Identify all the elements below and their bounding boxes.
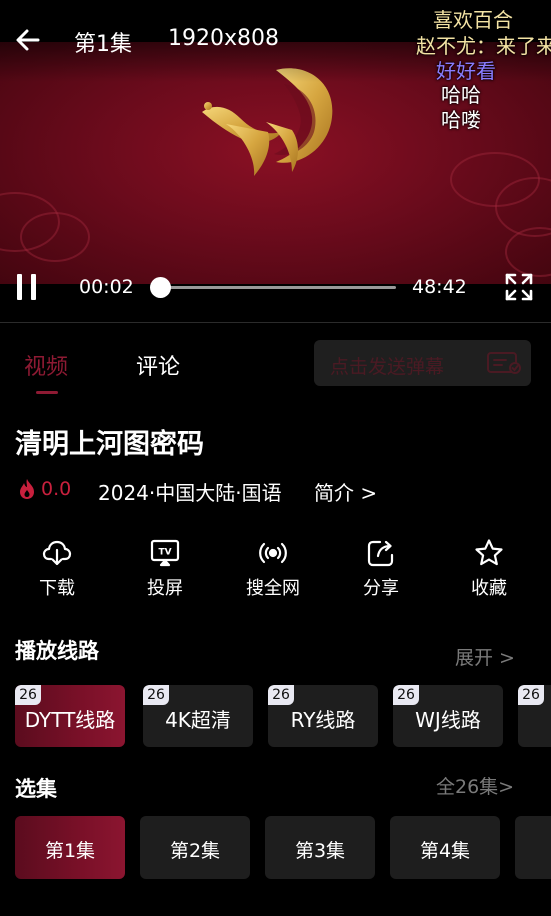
danmaku-input-placeholder: 点击发送弹幕 [330, 356, 445, 378]
episode-count-badge: 26 [268, 685, 294, 705]
seek-thumb[interactable] [150, 277, 172, 298]
danmaku-comment: 喜欢百合 [433, 8, 513, 32]
line-item-ry[interactable]: 26 RY线路 [268, 685, 378, 747]
cast-button[interactable]: TV 投屏 [125, 538, 205, 600]
episodes-title: 选集 [15, 777, 57, 801]
line-label: 4K超清 [165, 708, 231, 732]
expand-lines-link[interactable]: 展开 > [455, 643, 515, 670]
arrow-left-icon [16, 29, 40, 51]
fire-icon [20, 479, 34, 499]
current-time: 00:02 [79, 276, 134, 298]
play-lines-title: 播放线路 [15, 639, 99, 663]
episode-count-badge: 26 [143, 685, 169, 705]
fullscreen-icon [505, 273, 533, 301]
resolution-label: 1920x808 [168, 26, 279, 51]
danmaku-input[interactable]: 点击发送弹幕 [314, 340, 531, 386]
episode-label: 第2集 [169, 840, 221, 862]
broadcast-icon [259, 542, 287, 564]
share-label: 分享 [363, 578, 399, 599]
video-player[interactable]: 第1集 1920x808 喜欢百合 赵不尤：来了来了 好好看 哈哈 哈喽 00:… [0, 0, 551, 322]
episode-item-3[interactable]: 第3集 [265, 816, 375, 879]
show-title: 清明上河图密码 [15, 429, 204, 460]
danmaku-comment: 哈喽 [441, 108, 481, 132]
episode-count-badge: 26 [15, 685, 41, 705]
episode-item-4[interactable]: 第4集 [390, 816, 500, 879]
star-icon [475, 539, 503, 566]
episode-label: 第3集 [294, 840, 346, 862]
episode-count-badge: 26 [393, 685, 419, 705]
divider [0, 322, 551, 323]
download-button[interactable]: 下载 [17, 538, 97, 600]
player-controls: 00:02 48:42 [0, 262, 551, 312]
line-label: WJ线路 [415, 708, 481, 732]
favorite-button[interactable]: 收藏 [449, 538, 529, 600]
favorite-label: 收藏 [471, 578, 507, 599]
all-episodes-link[interactable]: 全26集> [436, 772, 514, 799]
share-button[interactable]: 分享 [341, 538, 421, 600]
episode-item-partial[interactable] [515, 816, 551, 879]
download-icon [42, 540, 72, 566]
download-label: 下载 [39, 578, 75, 599]
back-button[interactable] [12, 24, 44, 56]
fullscreen-button[interactable] [504, 272, 534, 302]
episode-item-2[interactable]: 第2集 [140, 816, 250, 879]
line-item-4k[interactable]: 26 4K超清 [143, 685, 253, 747]
line-item-wj[interactable]: 26 WJ线路 [393, 685, 503, 747]
total-time: 48:42 [412, 276, 467, 298]
search-web-label: 搜全网 [246, 578, 300, 599]
tab-comments[interactable]: 评论 [136, 349, 180, 381]
rating-score: 0.0 [41, 478, 72, 500]
line-item-partial[interactable]: 26 [518, 685, 551, 747]
danmaku-send-icon[interactable] [486, 351, 522, 375]
episode-label: 第4集 [419, 840, 471, 862]
tab-video[interactable]: 视频 [24, 349, 68, 381]
pause-button[interactable] [14, 272, 42, 302]
svg-text:TV: TV [158, 548, 171, 558]
tab-indicator [36, 391, 58, 394]
search-web-button[interactable]: 搜全网 [233, 538, 313, 600]
share-icon [367, 540, 394, 567]
line-label: DYTT线路 [24, 708, 116, 732]
line-item-dytt[interactable]: 26 DYTT线路 [15, 685, 125, 747]
episode-title: 第1集 [74, 32, 132, 57]
pause-icon [17, 274, 22, 300]
intro-link[interactable]: 简介 > [314, 477, 377, 506]
cast-label: 投屏 [147, 578, 183, 599]
episode-label: 第1集 [44, 840, 96, 862]
episode-count-badge: 26 [518, 685, 544, 705]
episode-item-1[interactable]: 第1集 [15, 816, 125, 879]
show-meta: 2024·中国大陆·国语 [98, 481, 282, 505]
seek-bar[interactable] [150, 277, 396, 298]
tv-cast-icon: TV [150, 539, 180, 567]
line-label: RY线路 [290, 708, 356, 732]
